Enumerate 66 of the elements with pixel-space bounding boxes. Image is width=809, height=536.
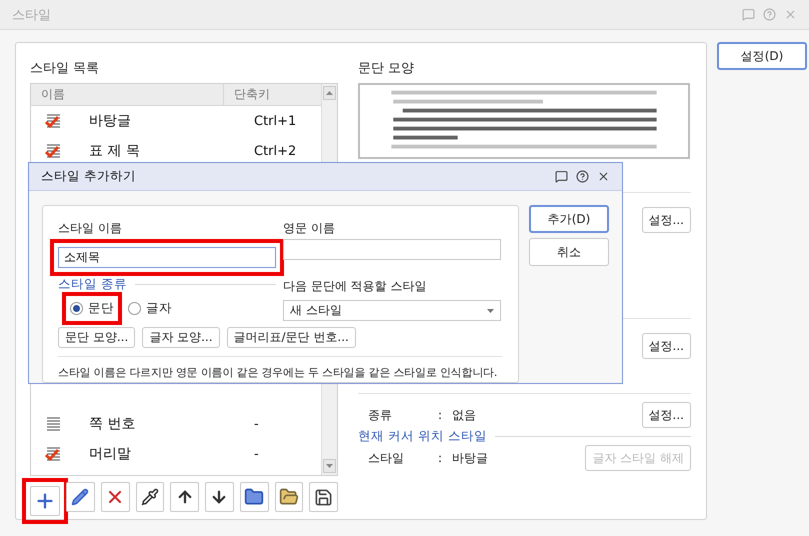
radio-option[interactable]: 문단 <box>70 300 114 317</box>
field-label: 영문 이름 <box>283 220 336 236</box>
checked-style-icon <box>45 113 61 129</box>
shape-button[interactable]: 글머리표/문단 번호... <box>226 327 356 348</box>
settings-button[interactable]: 설정... <box>642 333 691 359</box>
style-name[interactable]: 바탕글 <box>89 112 254 130</box>
open-folder-icon <box>278 487 299 507</box>
help-icon[interactable] <box>576 170 589 183</box>
memo-icon[interactable] <box>555 170 568 183</box>
cancel-button[interactable]: 취소 <box>529 238 609 266</box>
group-title: 스타일 종류 <box>58 276 127 293</box>
window-title: 스타일 <box>12 6 51 24</box>
shape-button[interactable]: 글자 모양... <box>142 327 220 348</box>
dropdown-caret-icon <box>487 308 494 312</box>
shape-button[interactable]: 문단 모양... <box>58 327 136 348</box>
folder-icon <box>244 487 264 507</box>
import-button[interactable] <box>240 482 268 512</box>
info-label: 스타일 <box>367 450 405 466</box>
style-name[interactable]: 표 제 목 <box>89 142 254 160</box>
radio-option[interactable]: 글자 <box>128 298 172 319</box>
scroll-up-icon[interactable] <box>323 86 336 100</box>
settings-button[interactable]: 설정... <box>642 207 691 233</box>
style-list-title: 스타일 목록 <box>30 60 100 78</box>
eyedropper-icon <box>140 488 159 506</box>
colon-separator: : <box>438 408 444 422</box>
add-button[interactable]: 추가(D) <box>529 205 609 233</box>
english-name-field[interactable] <box>283 239 501 260</box>
save-icon <box>314 488 334 506</box>
field-label: 다음 문단에 적용할 스타일 <box>283 278 428 294</box>
picker-button[interactable] <box>136 482 164 512</box>
up-button[interactable] <box>170 482 199 512</box>
open-button[interactable] <box>274 482 304 512</box>
style-name[interactable]: 머리말 <box>89 445 254 463</box>
group-title: 현재 커서 위치 스타일 <box>358 428 487 445</box>
settings-button[interactable]: 설정... <box>642 402 691 428</box>
checked-style-icon <box>45 143 61 159</box>
shortcut-text: Ctrl+1 <box>254 114 298 128</box>
save-button[interactable] <box>309 482 338 512</box>
style-name-field[interactable]: 소제목 <box>58 247 276 268</box>
close-icon[interactable] <box>597 170 610 183</box>
next-style-dropdown[interactable]: 새 스타일 <box>283 300 501 321</box>
add-button[interactable] <box>30 486 60 516</box>
info-value: 없음 <box>452 406 477 424</box>
delete-button[interactable] <box>100 482 130 512</box>
down-button[interactable] <box>205 482 234 512</box>
info-value: 바탕글 <box>452 450 489 466</box>
paragraph-shape-title: 문단 모양 <box>358 60 416 78</box>
scroll-down-icon[interactable] <box>323 459 336 473</box>
lines-style-icon <box>45 416 61 432</box>
checked-style-icon <box>45 446 61 462</box>
arrow-down-icon <box>210 488 228 506</box>
shortcut-text: Ctrl+2 <box>254 144 298 158</box>
setup-button[interactable]: 설정(D) <box>717 42 807 70</box>
column-header[interactable]: 이름 <box>31 84 223 105</box>
radio-icon[interactable] <box>70 302 83 315</box>
shortcut-text: - <box>254 446 260 462</box>
note-text: 스타일 이름은 다르지만 영문 이름이 같은 경우에는 두 스타일을 같은 스타일로 인식합니다. <box>58 356 502 380</box>
field-label: 스타일 이름 <box>58 220 123 236</box>
dialog-title: 스타일 추가하기 <box>41 168 136 185</box>
radio-icon[interactable] <box>128 302 141 315</box>
shortcut-text: - <box>254 416 260 432</box>
edit-button[interactable] <box>66 482 95 512</box>
info-label: 종류 <box>367 406 393 424</box>
style-name[interactable]: 쪽 번호 <box>89 415 254 433</box>
colon-separator: : <box>438 451 444 465</box>
pencil-icon <box>71 488 90 506</box>
